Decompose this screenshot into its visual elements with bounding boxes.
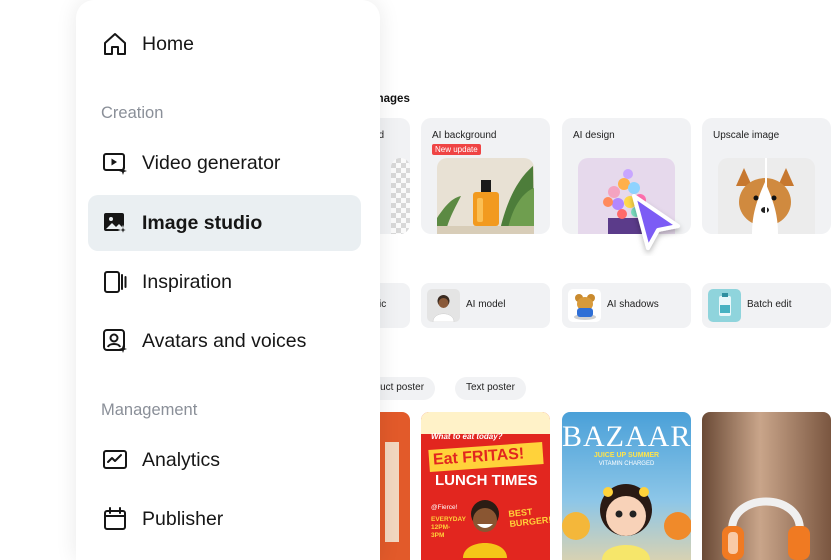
nav-item-label: Analytics — [142, 448, 221, 471]
nav-item-publisher[interactable]: Publisher — [88, 491, 361, 547]
ai-model-thumbnail — [427, 289, 460, 322]
perfume-thumbnail — [437, 158, 534, 234]
tool-card-upscale-image[interactable]: Upscale image — [702, 118, 831, 234]
pointer-cursor-icon — [632, 194, 680, 250]
nav-item-label: Home — [142, 32, 195, 55]
poster-person-image — [463, 500, 507, 558]
nav-item-label: Avatars and voices — [142, 329, 307, 352]
nav-item-video-generator[interactable]: Video generator — [88, 135, 361, 191]
ai-shadows-thumbnail — [568, 289, 601, 322]
nav-item-analytics[interactable]: Analytics — [88, 432, 361, 488]
poster-text: VITAMIN CHARGED — [598, 461, 655, 467]
poster-headphones-image — [722, 497, 810, 560]
poster-text: What to eat today? — [431, 432, 503, 441]
poster-text: JUICE UP SUMMER — [593, 452, 660, 459]
nav-item-label: Inspiration — [142, 270, 232, 293]
nav-item-inspiration[interactable]: Inspiration — [88, 254, 361, 310]
quick-action-label: AI shadows — [607, 299, 659, 310]
avatar-sparkle-icon — [102, 328, 128, 354]
new-update-badge: New update — [432, 144, 481, 155]
nav-item-avatars-and-voices[interactable]: Avatars and voices — [88, 313, 361, 369]
poster-girl-image — [562, 484, 691, 560]
quick-action-ai-shadows[interactable]: AI shadows — [562, 283, 691, 328]
calendar-icon — [102, 506, 128, 532]
navigation-sidebar: Home Creation Video generator Image stud… — [76, 0, 380, 560]
corgi-thumbnail — [718, 158, 815, 234]
quick-action-label: AI model — [466, 299, 506, 310]
group-label-creation: Creation — [101, 104, 164, 122]
tool-card-label: Upscale image — [713, 130, 780, 141]
nav-item-label: Video generator — [142, 151, 281, 174]
tool-card-label: AI background — [432, 130, 497, 141]
quick-action-label: ic — [379, 299, 387, 310]
quick-action-label: Batch edit — [747, 299, 792, 310]
image-sparkle-icon — [102, 210, 128, 236]
checkerboard-thumbnail — [391, 158, 410, 234]
poster-card-bazaar[interactable]: BAZAAR JUICE UP SUMMER VITAMIN CHARGED — [562, 412, 691, 560]
home-icon — [102, 31, 128, 57]
batch-edit-thumbnail — [708, 289, 741, 322]
nav-item-label: Publisher — [142, 507, 224, 530]
analytics-icon — [102, 447, 128, 473]
nav-item-home[interactable]: Home — [88, 16, 361, 72]
poster-text: LUNCH TIMES — [435, 472, 538, 489]
poster-card-fritas[interactable]: What to eat today? Eat FRITAS! LUNCH TIM… — [421, 412, 550, 560]
poster-text: BAZAAR — [562, 420, 691, 453]
group-label-management: Management — [101, 401, 198, 419]
nav-item-label: Image studio — [142, 211, 263, 234]
tool-card-ai-background[interactable]: AI background New update — [421, 118, 550, 234]
inspiration-icon — [102, 269, 128, 295]
quick-action-ai-model[interactable]: AI model — [421, 283, 550, 328]
poster-card-headphones[interactable] — [702, 412, 831, 560]
nav-item-image-studio[interactable]: Image studio — [88, 195, 361, 251]
quick-action-batch-edit[interactable]: Batch edit — [702, 283, 831, 328]
filter-pill-text-poster[interactable]: Text poster — [455, 377, 526, 400]
poster-text: Eat FRITAS! — [428, 442, 544, 472]
poster-text: @Fierce! — [431, 504, 458, 511]
video-sparkle-icon — [102, 150, 128, 176]
tool-card-label: AI design — [573, 130, 615, 141]
